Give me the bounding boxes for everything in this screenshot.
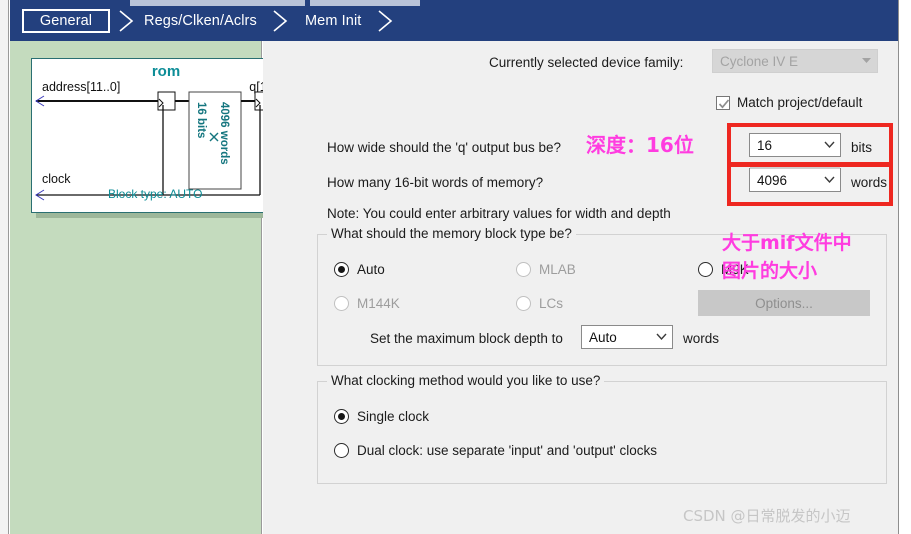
radio-block-type-auto[interactable]: Auto [334, 262, 385, 277]
radio-indicator-dual-clock [334, 443, 349, 458]
arbitrary-values-note: Note: You could enter arbitrary values f… [327, 206, 671, 221]
radio-indicator-auto [334, 262, 349, 277]
max-block-depth-value: Auto [589, 329, 617, 345]
tab-regs-clken-aclrs-label: Regs/Clken/Aclrs [144, 13, 257, 29]
memory-depth-unit: words [851, 175, 888, 190]
general-settings-panel: Currently selected device family: Cyclon… [263, 41, 898, 534]
combo-top-shade [750, 165, 840, 169]
radio-label-dual-clock: Dual clock: use separate 'input' and 'ou… [357, 443, 657, 458]
memory-depth-value: 4096 [757, 172, 788, 188]
radio-indicator-m144k [334, 296, 349, 311]
radio-label-auto: Auto [357, 262, 385, 277]
tab-mem-init-label: Mem Init [305, 13, 362, 29]
annotation-mif-note-line2: 图片的大小 [722, 260, 818, 282]
tab-stub-1 [130, 0, 305, 6]
output-width-value: 16 [757, 137, 773, 153]
right-edge-border [898, 0, 911, 534]
radio-block-type-m144k[interactable]: M144K [334, 296, 400, 311]
rom-symbol: rom address[11..0] q[15..0] clock [31, 58, 301, 213]
device-family-label: Currently selected device family: [489, 55, 684, 70]
tab-general-label: General [39, 13, 93, 29]
annotation-mif-note-line1: 大于mif文件中 [722, 232, 852, 254]
block-type-options-button[interactable]: Options... [698, 290, 870, 316]
max-block-depth-unit: words [683, 331, 720, 346]
symbol-size-words: 4096 words [218, 102, 230, 165]
radio-label-single-clock: Single clock [357, 409, 430, 424]
symbol-block-type: Block type: AUTO [108, 187, 203, 201]
radio-label-mlab: MLAB [539, 262, 576, 277]
memory-block-type-legend: What should the memory block type be? [327, 226, 576, 241]
chevron-down-icon-max-depth [650, 326, 672, 348]
tab-mem-init[interactable]: Mem Init [297, 9, 369, 33]
symbol-size-bits: 16 bits [195, 102, 207, 139]
radio-label-lcs: LCs [539, 296, 564, 311]
radio-indicator-mlab [516, 262, 531, 277]
max-block-depth-select[interactable]: Auto [581, 325, 673, 349]
device-family-select[interactable]: Cyclone IV E [712, 49, 878, 73]
device-family-value: Cyclone IV E [720, 53, 799, 69]
clocking-method-legend: What clocking method would you like to u… [327, 373, 605, 388]
radio-indicator-lcs [516, 296, 531, 311]
radio-block-type-mlab[interactable]: MLAB [516, 262, 576, 277]
block-type-options-label: Options... [755, 295, 813, 311]
chevron-down-icon-depth [818, 169, 840, 191]
radio-label-m144k: M144K [357, 296, 400, 311]
megawizard-rom-dialog: General Regs/Clken/Aclrs Mem Init rom ad… [0, 0, 911, 534]
chevron-right-icon-2 [268, 8, 294, 34]
memory-depth-label: How many 16-bit words of memory? [327, 175, 544, 190]
match-project-default-label: Match project/default [737, 95, 863, 110]
csdn-watermark: CSDN @日常脱发的小迈 [683, 507, 851, 525]
annotation-depth-note: 深度：16位 [586, 133, 694, 157]
radio-block-type-lcs[interactable]: LCs [516, 296, 563, 311]
radio-dual-clock[interactable]: Dual clock: use separate 'input' and 'ou… [334, 443, 657, 458]
clocking-method-group: What clocking method would you like to u… [317, 373, 887, 484]
max-block-depth-label: Set the maximum block depth to [370, 331, 563, 346]
tab-stub-2 [310, 0, 420, 6]
tab-general[interactable]: General [22, 9, 110, 33]
output-width-label: How wide should the 'q' output bus be? [327, 140, 562, 155]
radio-indicator-single-clock [334, 409, 349, 424]
radio-indicator-m9k [698, 262, 713, 277]
match-project-default-checkbox[interactable]: Match project/default [716, 95, 862, 110]
chevron-right-icon-3 [373, 8, 399, 34]
radio-single-clock[interactable]: Single clock [334, 409, 429, 424]
chevron-down-icon-width [818, 134, 840, 156]
symbol-preview-panel: rom address[11..0] q[15..0] clock [10, 41, 306, 534]
left-gutter [0, 0, 9, 534]
checkbox-check-icon [716, 95, 730, 110]
tab-regs-clken-aclrs[interactable]: Regs/Clken/Aclrs [136, 9, 265, 33]
output-width-select[interactable]: 16 [749, 133, 841, 157]
output-width-unit: bits [851, 140, 873, 155]
tab-bar: General Regs/Clken/Aclrs Mem Init [10, 0, 898, 41]
memory-depth-select[interactable]: 4096 [749, 165, 841, 192]
chevron-down-icon-device-family [855, 50, 877, 72]
